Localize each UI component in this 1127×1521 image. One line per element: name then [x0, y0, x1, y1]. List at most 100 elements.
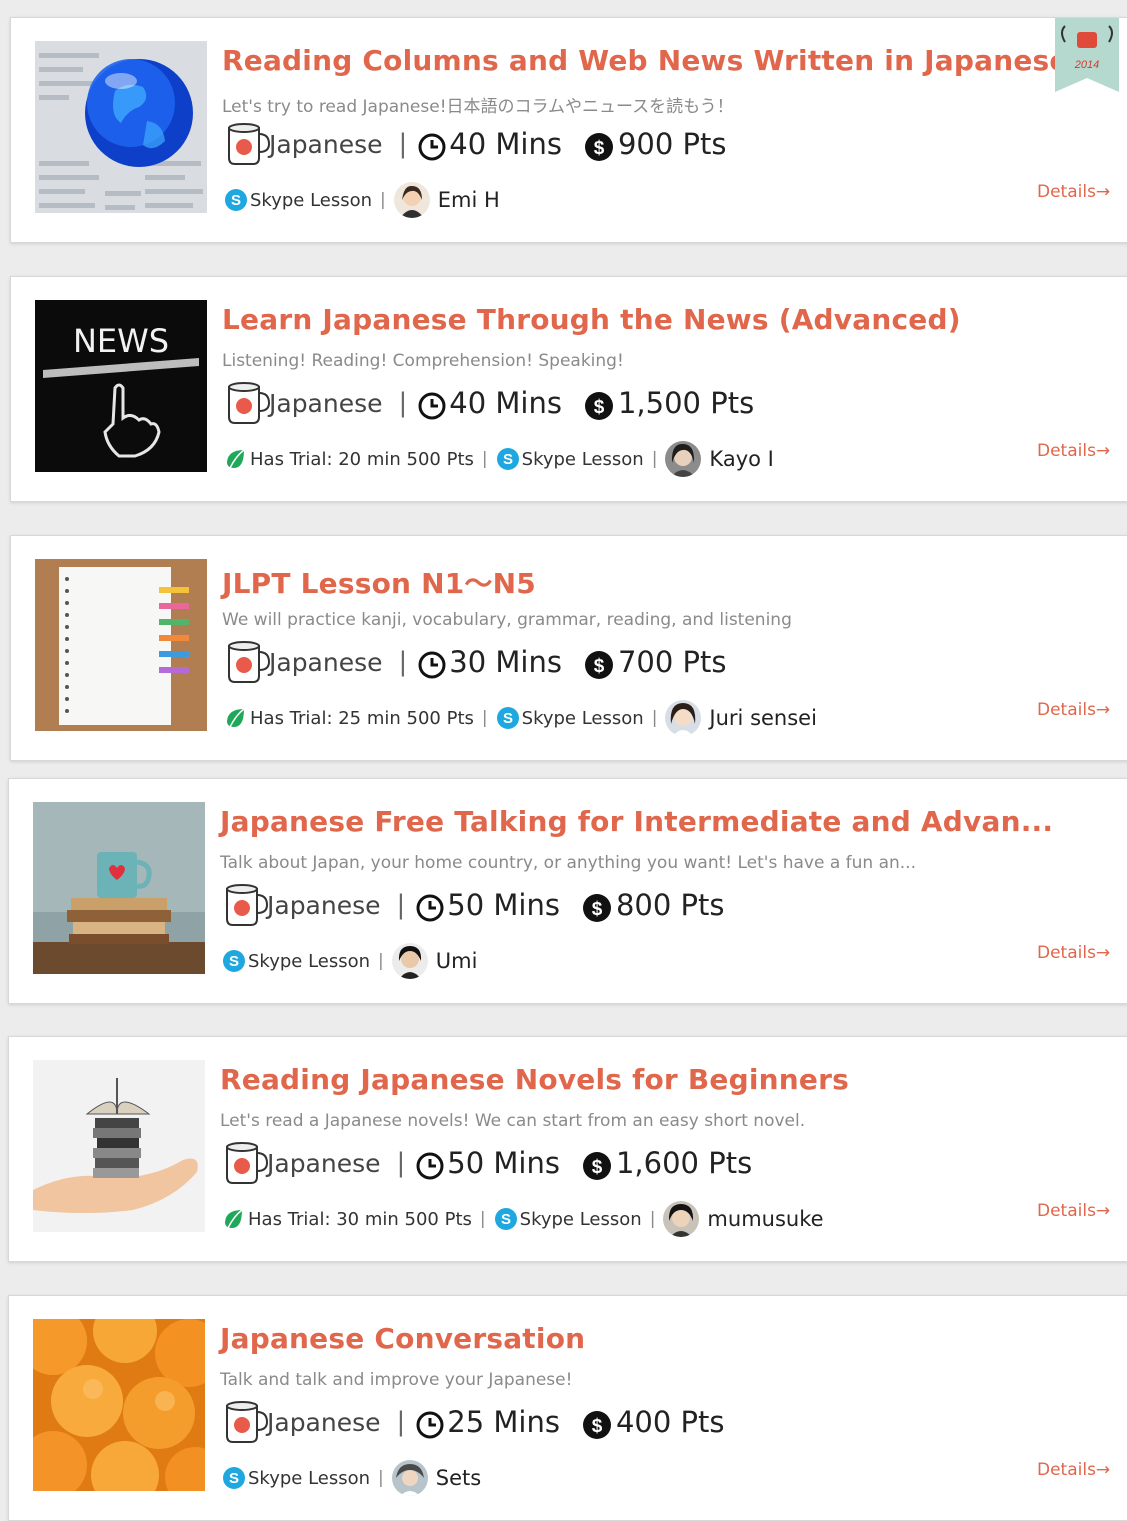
trial-info: Has Trial: 25 min 500 Pts [250, 707, 474, 729]
trial-info: Has Trial: 20 min 500 Pts [250, 448, 474, 470]
lesson-footer: S Skype Lesson | Umi [222, 943, 477, 979]
coffee-cup-icon [226, 884, 269, 926]
clock-icon [418, 133, 446, 161]
lesson-type: Skype Lesson [519, 1208, 642, 1230]
teacher-avatar[interactable] [663, 1201, 700, 1237]
skype-icon: S [494, 1208, 517, 1230]
svg-text:S: S [229, 1470, 239, 1487]
divider: | [398, 388, 408, 418]
lesson-card[interactable]: NEWS Learn Japanese Through the News (Ad… [10, 276, 1127, 502]
lesson-meta: Japanese | 50 Mins $ 1,600 Pts [221, 1139, 752, 1187]
dollar-coin-icon: $ [584, 392, 613, 420]
teacher-name[interactable]: mumusuke [707, 1207, 823, 1231]
lesson-card[interactable]: Japanese Free Talking for Intermediate a… [8, 778, 1127, 1004]
lesson-title[interactable]: Japanese Free Talking for Intermediate a… [220, 805, 1053, 838]
teacher-avatar[interactable] [391, 1460, 428, 1496]
lesson-thumbnail[interactable] [33, 1060, 205, 1232]
skype-icon: S [225, 189, 247, 211]
coffee-cup-icon [228, 123, 271, 165]
divider: | [380, 190, 386, 210]
lesson-language: Japanese [269, 647, 383, 677]
svg-text:S: S [503, 451, 513, 468]
lesson-duration: 50 Mins [447, 1146, 560, 1180]
trial-leaf-icon [227, 708, 245, 728]
lesson-card[interactable]: Reading Japanese Novels for Beginners Le… [8, 1036, 1127, 1262]
teacher-name[interactable]: Kayo I [709, 447, 773, 471]
teacher-name[interactable]: Umi [436, 949, 478, 973]
lesson-card[interactable]: Japanese Conversation Talk and talk and … [8, 1295, 1127, 1521]
divider: | [651, 449, 658, 469]
divider: | [479, 1209, 486, 1229]
lesson-title[interactable]: JLPT Lesson N1～N5 [222, 562, 536, 602]
lesson-price: 1,500 Pts [617, 386, 755, 420]
svg-text:$: $ [594, 138, 605, 159]
lesson-duration: 50 Mins [447, 888, 560, 922]
details-link[interactable]: Details→ [1037, 182, 1110, 202]
lesson-meta: Japanese | 30 Mins $ 700 Pts [223, 638, 727, 686]
teacher-avatar[interactable] [391, 943, 428, 979]
teacher-avatar[interactable] [665, 441, 702, 477]
lesson-description: Let's read a Japanese novels! We can sta… [220, 1111, 806, 1131]
details-link[interactable]: Details→ [1037, 943, 1110, 963]
lesson-title[interactable]: Reading Japanese Novels for Beginners [220, 1063, 849, 1096]
lesson-thumbnail[interactable] [33, 802, 205, 974]
teacher-name[interactable]: Juri sensei [709, 706, 817, 730]
lesson-duration: 40 Mins [449, 127, 562, 161]
ribbon-year: 2014 [1074, 59, 1099, 71]
svg-text:S: S [231, 192, 241, 209]
lesson-description: Talk about Japan, your home country, or … [220, 853, 916, 873]
lesson-card[interactable]: JLPT Lesson N1～N5 We will practice kanji… [10, 535, 1127, 761]
lesson-language: Japanese [269, 129, 383, 159]
lesson-thumbnail[interactable] [35, 559, 207, 731]
divider: | [378, 1468, 384, 1488]
lesson-footer: S Skype Lesson | Emi H [224, 182, 500, 218]
clock-icon [418, 392, 446, 420]
lesson-meta: Japanese | 40 Mins $ 900 Pts [223, 120, 727, 168]
details-link[interactable]: Details→ [1037, 1460, 1110, 1480]
divider: | [649, 1209, 656, 1229]
lesson-thumbnail[interactable] [33, 1319, 205, 1491]
coffee-cup-icon [228, 382, 271, 424]
thumb-news-text: NEWS [73, 322, 169, 360]
trial-info: Has Trial: 30 min 500 Pts [248, 1208, 472, 1230]
lesson-card[interactable]: Reading Columns and Web News Written in … [10, 17, 1127, 243]
divider: | [651, 708, 658, 728]
details-link[interactable]: Details→ [1037, 700, 1110, 720]
dollar-coin-icon: $ [584, 651, 613, 679]
lesson-title[interactable]: Reading Columns and Web News Written in … [222, 44, 1069, 77]
teacher-avatar[interactable] [665, 700, 702, 736]
lesson-description: Talk and talk and improve your Japanese! [220, 1370, 573, 1390]
lesson-duration: 40 Mins [449, 386, 562, 420]
2014-ribbon-badge: 2014 [1055, 18, 1119, 92]
lesson-duration: 30 Mins [449, 645, 562, 679]
details-link[interactable]: Details→ [1037, 1201, 1110, 1221]
details-link[interactable]: Details→ [1037, 441, 1110, 461]
divider: | [398, 129, 408, 159]
teacher-name[interactable]: Emi H [438, 188, 500, 212]
lesson-thumbnail[interactable] [35, 41, 207, 213]
lesson-footer: Has Trial: 25 min 500 Pts | S Skype Less… [224, 700, 817, 736]
lesson-meta: Japanese | 25 Mins $ 400 Pts [221, 1398, 725, 1446]
skype-icon: S [223, 950, 245, 972]
svg-text:S: S [503, 710, 513, 727]
clock-icon [416, 1411, 444, 1439]
lesson-title[interactable]: Learn Japanese Through the News (Advance… [222, 303, 961, 336]
skype-icon: S [496, 448, 519, 470]
divider: | [378, 951, 384, 971]
coffee-cup-icon [226, 1142, 269, 1184]
lesson-type: Skype Lesson [521, 707, 644, 729]
lesson-meta: Japanese | 40 Mins $ 1,500 Pts [223, 379, 754, 427]
trial-leaf-icon [225, 1209, 243, 1229]
lesson-title[interactable]: Japanese Conversation [220, 1322, 585, 1355]
clock-icon [418, 651, 446, 679]
skype-icon: S [496, 707, 519, 729]
divider: | [396, 1407, 406, 1437]
lesson-language: Japanese [269, 388, 383, 418]
teacher-name[interactable]: Sets [436, 1466, 481, 1490]
lesson-thumbnail[interactable]: NEWS [35, 300, 207, 472]
lesson-description: Listening! Reading! Comprehension! Speak… [222, 351, 624, 371]
divider: | [481, 708, 488, 728]
coffee-cup-icon [226, 1401, 269, 1443]
teacher-avatar[interactable] [393, 182, 430, 218]
clock-icon [416, 894, 444, 922]
